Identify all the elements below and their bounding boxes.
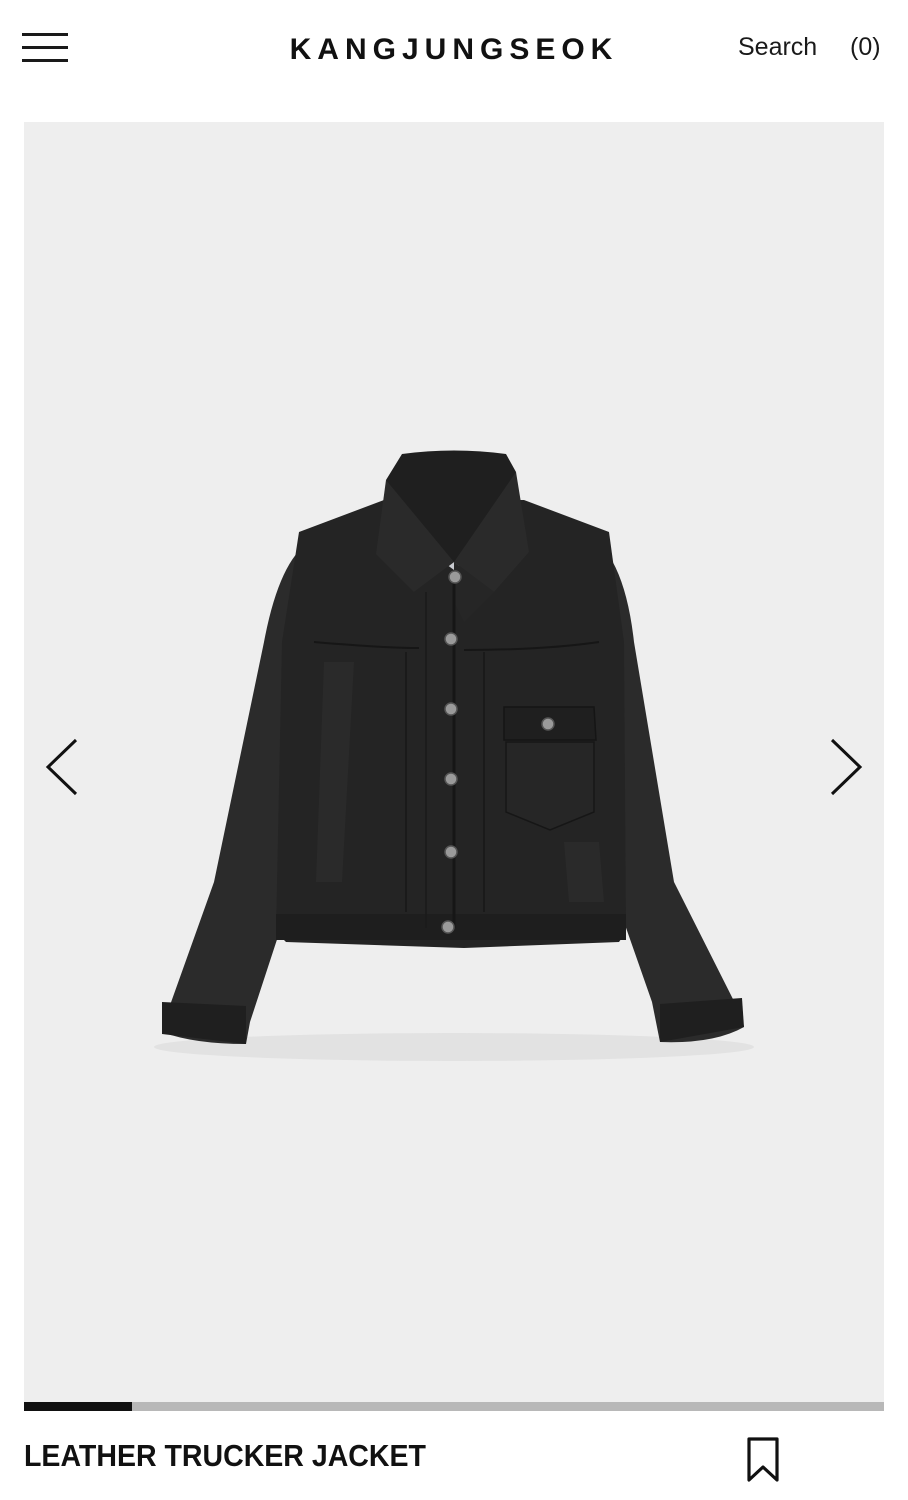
- cart-link[interactable]: (0): [850, 32, 881, 62]
- bookmark-button[interactable]: [742, 1436, 784, 1484]
- gallery-progress-fill: [24, 1402, 132, 1411]
- menu-icon-bar: [22, 59, 68, 62]
- menu-icon-bar: [22, 46, 68, 49]
- next-image-button[interactable]: [820, 732, 870, 802]
- product-image: [154, 450, 754, 1061]
- chevron-right-icon: [830, 738, 863, 796]
- menu-icon: [22, 33, 68, 36]
- bookmark-icon: [747, 1437, 779, 1482]
- search-link[interactable]: Search: [738, 32, 817, 62]
- gallery-progress-bar: [24, 1402, 884, 1411]
- product-image-gallery[interactable]: [24, 122, 884, 1402]
- previous-image-button[interactable]: [38, 732, 88, 802]
- chevron-left-icon: [45, 738, 78, 796]
- brand-logo[interactable]: KANGJUNGSEOK: [290, 33, 619, 66]
- product-title: LEATHER TRUCKER JACKET: [24, 1438, 426, 1473]
- site-header: KANGJUNGSEOK Search (0): [0, 0, 908, 100]
- hamburger-menu-button[interactable]: [18, 26, 72, 68]
